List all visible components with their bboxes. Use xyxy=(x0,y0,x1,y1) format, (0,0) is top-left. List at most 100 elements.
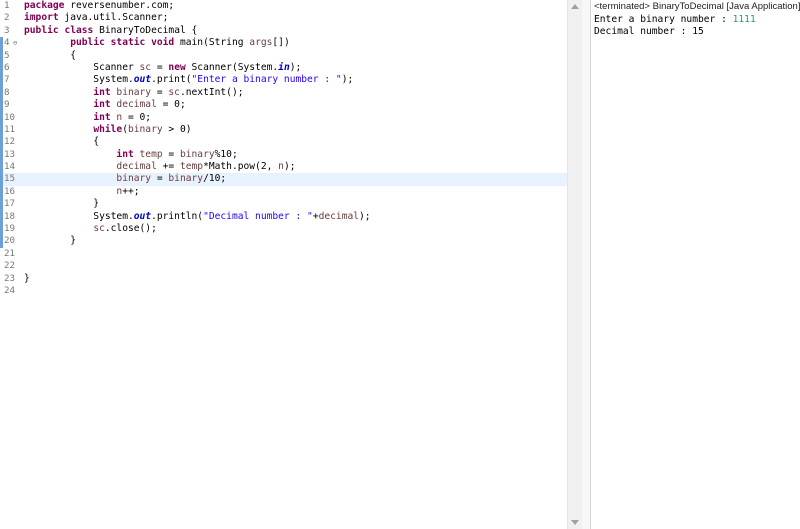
code-line[interactable]: 17 } xyxy=(0,198,567,211)
code-line[interactable]: 14 decimal += temp*Math.pow(2, n); xyxy=(0,161,567,174)
scroll-down-arrow-icon[interactable] xyxy=(571,520,579,525)
code-line[interactable]: 22 xyxy=(0,260,567,272)
code-token: binary xyxy=(116,173,152,185)
code-line[interactable]: 9 int decimal = 0; xyxy=(0,99,567,112)
code-token: "Enter a binary number : " xyxy=(191,74,342,86)
code-token: int xyxy=(93,99,111,111)
code-token: } xyxy=(24,235,76,247)
change-marker xyxy=(0,210,3,224)
code-token: temp xyxy=(139,148,163,160)
code-token: = xyxy=(151,61,169,73)
code-text: decimal += temp*Math.pow(2, n); xyxy=(24,161,295,173)
code-text: package reversenumber.com; xyxy=(24,0,174,12)
code-line[interactable]: 2 import java.util.Scanner; xyxy=(0,12,567,24)
code-text: import java.util.Scanner; xyxy=(24,12,168,24)
scroll-up-arrow-icon[interactable] xyxy=(571,4,579,9)
code-line[interactable]: 18 System.out.println("Decimal number : … xyxy=(0,210,567,224)
code-line[interactable]: 4 ⊖ public static void main(String args[]… xyxy=(0,37,567,50)
code-text: System.out.println("Decimal number : "+d… xyxy=(24,210,371,223)
code-line[interactable]: 3 public class BinaryToDecimal { xyxy=(0,25,567,37)
code-token: main(String xyxy=(174,37,250,49)
line-number: 8 xyxy=(4,86,10,98)
line-number: 17 xyxy=(4,198,16,210)
code-line[interactable]: 21 xyxy=(0,248,567,260)
console-prompt: Enter a binary number : xyxy=(594,14,733,25)
code-token: { xyxy=(24,136,100,148)
line-number: 13 xyxy=(4,148,16,160)
code-line[interactable]: 15 binary = binary/10; xyxy=(0,173,567,186)
console-title: <terminated> BinaryToDecimal [Java Appli… xyxy=(594,1,800,12)
code-token: pow(2, xyxy=(237,161,279,173)
code-token: public xyxy=(70,37,105,49)
line-number: 4 xyxy=(4,37,10,49)
change-marker xyxy=(0,136,3,149)
change-marker xyxy=(0,111,3,124)
code-token: binary xyxy=(168,173,204,185)
code-token: } xyxy=(24,198,100,210)
code-line[interactable]: 16 n++; xyxy=(0,185,567,199)
code-token: decimal xyxy=(318,210,360,222)
code-line[interactable]: 20 } xyxy=(0,235,567,248)
code-token: /10; xyxy=(203,173,227,185)
code-token: []) xyxy=(272,37,290,49)
code-token: void xyxy=(151,37,175,49)
change-marker xyxy=(0,0,3,12)
line-number: 23 xyxy=(4,272,16,284)
code-line[interactable]: 12 { xyxy=(0,136,567,149)
change-marker xyxy=(0,61,3,75)
code-token: > 0) xyxy=(162,123,192,135)
change-marker xyxy=(0,235,3,248)
code-line[interactable]: 8 int binary = sc.nextInt(); xyxy=(0,86,567,100)
code-token: Scanner xyxy=(24,61,140,73)
code-token: sc xyxy=(93,223,105,235)
fold-toggle-icon[interactable]: ⊖ xyxy=(13,37,17,49)
console-output: Enter a binary number : 1111 Decimal num… xyxy=(594,14,756,39)
change-marker xyxy=(0,260,3,272)
code-line[interactable]: 6 Scanner sc = new Scanner(System.in); xyxy=(0,61,567,75)
code-line[interactable]: 23} xyxy=(0,273,567,285)
code-line[interactable]: 11 while(binary > 0) xyxy=(0,123,567,137)
change-marker xyxy=(0,25,3,37)
code-token: ); xyxy=(359,210,371,222)
editor-vertical-scrollbar[interactable] xyxy=(567,0,582,529)
line-number: 24 xyxy=(4,284,16,296)
change-marker xyxy=(0,123,3,137)
code-text: public class BinaryToDecimal { xyxy=(24,25,197,37)
line-number: 15 xyxy=(4,173,16,185)
code-token: = xyxy=(151,173,169,185)
code-line[interactable]: 5 { xyxy=(0,49,567,62)
change-marker xyxy=(0,173,3,186)
code-token: package xyxy=(24,0,65,11)
code-token: .nextInt(); xyxy=(179,86,244,98)
code-editor[interactable]: 1 package reversenumber.com; 2 import java.… xyxy=(0,0,567,529)
code-line[interactable]: 1 package reversenumber.com; xyxy=(0,0,567,12)
console-view[interactable]: <terminated> BinaryToDecimal [Java Appli… xyxy=(590,0,800,529)
code-line[interactable]: 19 sc.close(); xyxy=(0,223,567,236)
pane-divider[interactable] xyxy=(582,0,590,529)
code-token: out xyxy=(133,210,152,222)
code-token: *Math. xyxy=(203,161,238,173)
code-text: sc.close(); xyxy=(24,223,157,235)
change-marker xyxy=(0,86,3,100)
code-text: { xyxy=(24,136,99,148)
change-marker xyxy=(0,49,3,62)
code-line[interactable]: 24 xyxy=(0,285,567,297)
code-line[interactable]: 7 System.out.print("Enter a binary numbe… xyxy=(0,74,567,87)
line-number: 20 xyxy=(4,235,16,247)
code-token: out xyxy=(133,74,152,86)
code-line[interactable]: 10 int n = 0; xyxy=(0,111,567,124)
code-line[interactable]: 13 int temp = binary%10; xyxy=(0,148,567,162)
code-token: decimal xyxy=(116,99,157,111)
code-text: public static void main(String args[]) xyxy=(24,37,290,49)
code-token: public xyxy=(24,24,59,36)
code-token: temp xyxy=(179,161,204,173)
code-token: int xyxy=(116,148,134,160)
line-number: 12 xyxy=(4,136,16,148)
code-token: binary xyxy=(116,86,152,98)
change-marker xyxy=(0,185,3,199)
